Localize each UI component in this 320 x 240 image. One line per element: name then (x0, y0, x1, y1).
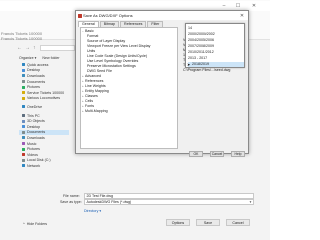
value-seed-file[interactable]: C:\Program Files\...\seed.dwg (183, 68, 230, 73)
up-arrow-icon[interactable]: ↑ (33, 45, 36, 51)
tree-item-viewport-freeze[interactable]: Viewport Freeze per View Level Display (87, 44, 150, 49)
format-option[interactable]: 2007/2008/2009 (188, 44, 244, 49)
network-icon (22, 164, 25, 168)
desktop-icon (22, 68, 25, 72)
download-icon (22, 74, 25, 78)
picture-icon (22, 85, 25, 89)
dialog-cancel-button[interactable]: Cancel (210, 151, 224, 157)
save-button[interactable]: Save (196, 219, 220, 226)
options-button[interactable]: Options (166, 219, 190, 226)
directory-dropdown[interactable]: Directory ▾ (84, 209, 101, 213)
desktop-icon (22, 125, 25, 129)
download-icon (22, 136, 25, 140)
close-icon[interactable]: ✕ (237, 11, 247, 20)
tree-item-multi-mapping[interactable]: +Multi-Mapping (82, 109, 108, 114)
drive-icon (22, 158, 25, 162)
format-option[interactable]: 2004/2005/2006 (188, 38, 244, 43)
hide-folders-toggle[interactable]: ^ Hide Folders (23, 222, 47, 226)
mouse-pointer-icon: ➤ (187, 62, 191, 67)
background-text: Francis Tickets 100000 (1, 36, 43, 41)
star-icon (22, 63, 25, 67)
format-option[interactable]: 2010/2011/2012 (188, 50, 244, 55)
dialog-title: Save As DWG/DXF Options (83, 13, 133, 18)
cloud-icon (22, 105, 25, 109)
close-icon[interactable]: ✕ (248, 1, 260, 11)
navigation-pane: Quick access Desktop Downloads Documents… (19, 62, 69, 169)
cube-icon (22, 119, 25, 123)
format-option[interactable]: 2013 - 2017 (188, 56, 244, 61)
folder-icon (22, 96, 25, 100)
app-icon (78, 13, 82, 18)
sidebar-item-various-locomotives[interactable]: Various Locomotives (19, 96, 69, 102)
video-icon (22, 153, 25, 157)
back-arrow-icon[interactable]: ← (17, 45, 22, 51)
options-tree: −Basic Format Source of Layer Display Vi… (80, 27, 178, 149)
sidebar-item-service-tickets[interactable]: Service Tickets 100000 (19, 90, 69, 96)
help-button[interactable]: Help (231, 151, 245, 157)
folder-icon (22, 91, 25, 95)
document-icon (22, 80, 25, 84)
cancel-button[interactable]: Cancel (226, 219, 250, 226)
computer-icon (22, 114, 25, 118)
organize-button[interactable]: Organize ▾ (19, 56, 36, 60)
save-type-select[interactable]: AutodeskDWG Files (*.dwg) ▼ (84, 199, 254, 205)
format-option[interactable]: 14 (188, 26, 244, 31)
ok-button[interactable]: OK (189, 151, 203, 157)
format-dropdown-list: 14 2000/2000i/2002 2004/2005/2006 2007/2… (185, 23, 245, 68)
address-bar[interactable] (40, 45, 75, 51)
file-name-label: File name: (63, 194, 80, 198)
sidebar-item-network[interactable]: Network (19, 163, 69, 169)
navigation-buttons: ← → ↑ (17, 45, 36, 51)
picture-icon (22, 147, 25, 151)
save-type-label: Save as type: (60, 200, 82, 204)
music-icon (22, 142, 25, 146)
chevron-down-icon: ▼ (249, 200, 252, 204)
sidebar-item-onedrive[interactable]: OneDrive (19, 104, 69, 110)
dialog-titlebar: Save As DWG/DXF Options ✕ (76, 11, 248, 20)
chevron-up-icon: ^ (23, 222, 25, 226)
explorer-toolbar: Organize ▾ New folder (19, 56, 60, 60)
format-option-selected[interactable]: 2018/2019 (188, 62, 244, 67)
format-option[interactable]: 2000/2000i/2002 (188, 32, 244, 37)
new-folder-button[interactable]: New folder (42, 56, 59, 60)
document-icon (22, 130, 25, 134)
forward-arrow-icon[interactable]: → (25, 45, 30, 51)
